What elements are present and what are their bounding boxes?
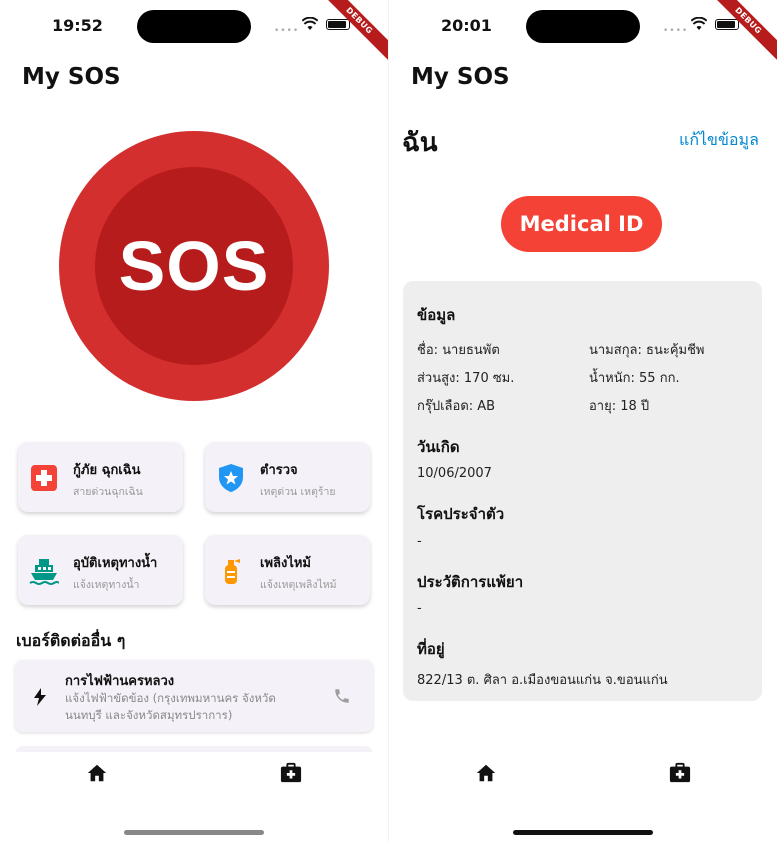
birthday-title: วันเกิด (417, 438, 460, 456)
status-bar: 19:52 •••• DEBUG (0, 0, 388, 65)
dynamic-island (137, 10, 251, 43)
wifi-icon (302, 17, 318, 30)
debug-banner: DEBUG (315, 0, 388, 65)
battery-icon (326, 19, 350, 30)
fire-extinguisher-icon (225, 559, 240, 584)
other-numbers-heading: เบอร์ติดต่ออื่น ๆ (16, 631, 126, 650)
home-indicator (124, 830, 264, 835)
weight: น้ำหนัก: 55 กก. (589, 371, 680, 386)
card-subtitle: สายด่วนฉุกเฉิน (73, 486, 143, 498)
address-value: 822/13 ต. ศิลา อ.เมืองขอนแก่น จ.ขอนแก่น (417, 673, 668, 688)
card-subtitle: เหตุด่วน เหตุร้าย (260, 486, 336, 498)
card-title: อุบัติเหตุทางน้ำ (73, 556, 158, 571)
birthday-value: 10/06/2007 (417, 466, 492, 481)
info-section-title: ข้อมูล (417, 306, 456, 324)
allergy-value: - (417, 601, 422, 616)
medical-cross-icon (31, 465, 57, 491)
list-item-subtitle: แจ้งไฟฟ้าขัดข้อง (กรุงเทพมหานคร จังหวัดน… (65, 691, 276, 722)
card-title: เพลิงไหม้ (260, 556, 312, 571)
age: อายุ: 18 ปี (589, 399, 650, 414)
home-icon[interactable] (475, 762, 497, 784)
disease-title: โรคประจำตัว (417, 505, 505, 523)
bottom-nav (0, 752, 388, 842)
card-title: กู้ภัย ฉุกเฉิน (73, 463, 141, 478)
status-time: 19:52 (52, 16, 103, 35)
card-subtitle: แจ้งเหตุเพลิงไหม้ (260, 579, 337, 591)
lightning-icon (34, 688, 46, 706)
bottom-nav (389, 752, 777, 842)
signal-icon: •••• (274, 26, 300, 36)
phone-icon[interactable] (333, 687, 351, 705)
status-bar: 20:01 •••• DEBUG (389, 0, 777, 65)
allergy-title: ประวัติการแพ้ยา (417, 573, 524, 591)
list-item-title: การไฟฟ้านครหลวง (65, 674, 175, 689)
address-title: ที่อยู่ (417, 640, 445, 658)
battery-icon (715, 19, 739, 30)
edit-profile-link[interactable]: แก้ไขข้อมูล (679, 128, 759, 153)
card-subtitle: แจ้งเหตุทางน้ำ (73, 579, 140, 591)
blood-type: กรุ๊ปเลือด: AB (417, 399, 496, 414)
sos-label: SOS (118, 227, 270, 305)
home-indicator (513, 830, 653, 835)
medical-id-button[interactable]: Medical ID (501, 196, 662, 252)
card-water-accident[interactable]: อุบัติเหตุทางน้ำ แจ้งเหตุทางน้ำ (18, 535, 183, 605)
sos-button[interactable]: SOS (59, 131, 329, 401)
dynamic-island (526, 10, 640, 43)
status-time: 20:01 (441, 16, 492, 35)
home-icon[interactable] (86, 762, 108, 784)
police-badge-icon (219, 464, 243, 492)
card-fire[interactable]: เพลิงไหม้ แจ้งเหตุเพลิงไหม้ (205, 535, 370, 605)
card-police[interactable]: ตำรวจ เหตุด่วน เหตุร้าย (205, 442, 370, 512)
signal-icon: •••• (663, 26, 689, 36)
profile-screen: 20:01 •••• DEBUG My SOS ฉัน แก้ไขข้อมูล … (389, 0, 777, 842)
height: ส่วนสูง: 170 ซม. (417, 371, 515, 386)
app-title: My SOS (411, 64, 510, 90)
medical-info-card: ข้อมูล ชื่อ: นายธนพัต นามสกุล: ธนะคุ้มชี… (403, 281, 762, 701)
medical-kit-icon[interactable] (280, 762, 302, 784)
last-name: นามสกุล: ธนะคุ้มชีพ (589, 343, 705, 358)
medical-kit-icon[interactable] (669, 762, 691, 784)
list-item[interactable]: การไฟฟ้านครหลวง แจ้งไฟฟ้าขัดข้อง (กรุงเท… (15, 660, 373, 732)
boat-icon (29, 559, 59, 585)
card-title: ตำรวจ (260, 463, 298, 478)
disease-value: - (417, 534, 422, 549)
debug-banner: DEBUG (704, 0, 777, 65)
sos-button-inner[interactable]: SOS (95, 167, 293, 365)
first-name: ชื่อ: นายธนพัต (417, 343, 500, 358)
home-screen: 19:52 •••• DEBUG My SOS SOS กู้ภัย ฉุกเฉ… (0, 0, 388, 842)
card-rescue[interactable]: กู้ภัย ฉุกเฉิน สายด่วนฉุกเฉิน (18, 442, 183, 512)
wifi-icon (691, 17, 707, 30)
profile-title: ฉัน (402, 128, 438, 158)
app-title: My SOS (22, 64, 121, 90)
